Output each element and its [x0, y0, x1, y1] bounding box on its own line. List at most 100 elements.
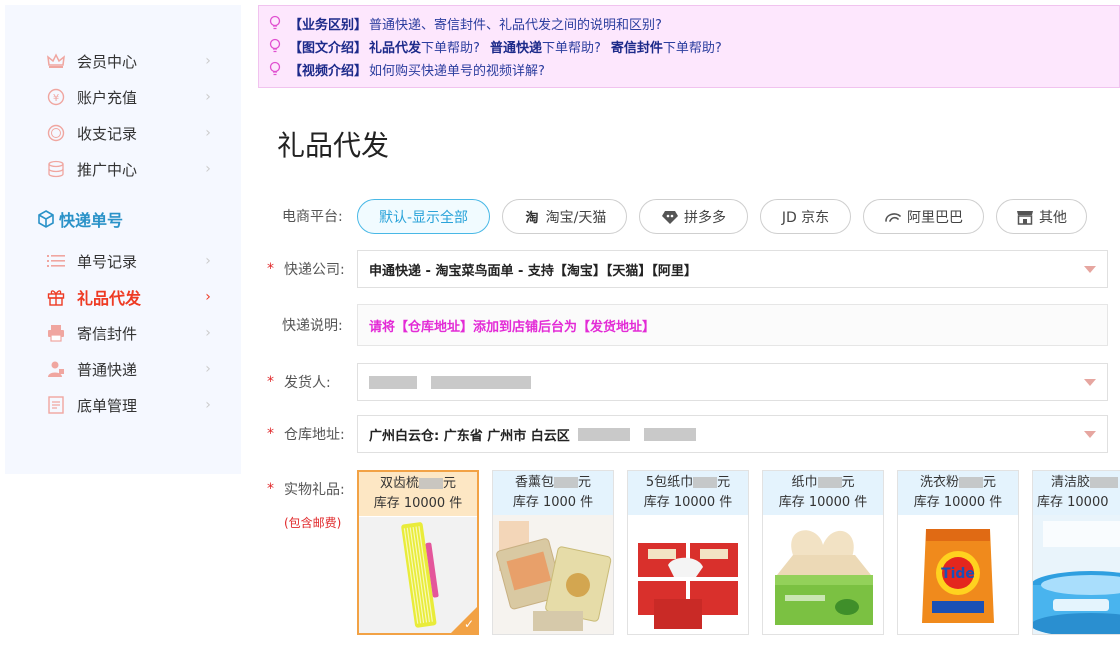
sidebar-item-label: 礼品代发 [77, 289, 142, 308]
sidebar-item-tracking-records[interactable]: 单号记录 › [5, 243, 241, 279]
platform-other-button[interactable]: 其他 [996, 199, 1087, 234]
sender-label: * 发货人: [267, 363, 331, 401]
platform-alibaba-button[interactable]: 阿里巴巴 [863, 199, 984, 234]
required-mark: * [267, 261, 274, 277]
sidebar-item-label: 推广中心 [77, 160, 138, 179]
courier-description: 请将【仓库地址】添加到店铺后台为【发货地址】 [357, 304, 1108, 346]
sidebar-item-transactions[interactable]: 收支记录 › [5, 115, 241, 151]
gift-card-header: 双齿梳 元 库存 10000 件 [359, 472, 477, 516]
warehouse-select[interactable]: 广州白云仓: 广东省 广州市 白云区 [357, 415, 1108, 453]
detergent-image: Tide [898, 515, 1018, 634]
warehouse-value: 广州白云仓: 广东省 广州市 白云区 [369, 428, 570, 444]
gift-card-detergent[interactable]: 洗衣粉 元 库存 10000 件 Tide [897, 470, 1019, 635]
sidebar-item-receipt-management[interactable]: 底单管理 › [5, 387, 241, 423]
chevron-right-icon: › [205, 361, 211, 377]
sachet-image [493, 515, 613, 634]
sidebar-item-member-center[interactable]: 会员中心 › [5, 43, 241, 79]
gift-card-header: 香薰包 元 库存 1000 件 [493, 471, 613, 515]
gift-label: * 实物礼品: [267, 470, 345, 508]
gift-icon [47, 288, 65, 306]
redacted-text [369, 375, 417, 389]
redacted-price [1090, 477, 1119, 488]
page-title: 礼品代发 [277, 129, 390, 162]
sidebar-item-letter-mail[interactable]: 寄信封件 › [5, 315, 241, 351]
sidebar-item-recharge[interactable]: ¥ 账户充值 › [5, 79, 241, 115]
courier-label: * 快递公司: [267, 250, 345, 288]
chevron-right-icon: › [205, 253, 211, 269]
alibaba-icon [884, 209, 902, 225]
sidebar-item-promotion[interactable]: 推广中心 › [5, 151, 241, 187]
required-mark: * [267, 481, 274, 497]
platform-jd-button[interactable]: JD 京东 [760, 199, 851, 234]
gift-stock: 库存 10000 [1037, 495, 1109, 510]
sidebar-item-label: 账户充值 [77, 88, 138, 107]
sidebar-item-label: 会员中心 [77, 52, 138, 71]
sidebar: 会员中心 › ¥ 账户充值 › 收支记录 › 推广中心 › 快递单号 单号记录 … [5, 5, 241, 474]
gift-card-tissue-packs[interactable]: 5包纸巾 元 库存 10000 件 [627, 470, 749, 635]
notice-tag: 【视频介绍】 [289, 63, 368, 79]
printer-icon [47, 324, 65, 342]
svg-text:Tide: Tide [941, 566, 975, 582]
gift-card-comb[interactable]: 双齿梳 元 库存 10000 件 ✓ [357, 470, 479, 635]
express-guide-link[interactable]: 普通快递 [490, 37, 542, 56]
sidebar-item-gift-shipping[interactable]: 礼品代发 › [5, 279, 241, 315]
notice-text: 普通快递、寄信封件、礼品代发之间的说明和区别? [369, 17, 662, 33]
caret-down-icon [1084, 266, 1096, 273]
tissue-packs-image [628, 515, 748, 634]
notice-line-video[interactable]: 【视频介绍】 如何购买快递单号的视频详解? [267, 59, 545, 79]
notice-text: 下单帮助? [662, 40, 722, 56]
platform-pinduoduo-button[interactable]: 拼多多 [639, 199, 748, 234]
store-icon [1016, 209, 1034, 225]
platform-all-button[interactable]: 默认-显示全部 [357, 199, 490, 234]
section-title-text: 快递单号 [59, 211, 124, 230]
notice-line-business[interactable]: 【业务区别】 普通快递、寄信封件、礼品代发之间的说明和区别? [267, 13, 662, 33]
tissue-box-image [763, 515, 883, 634]
redacted-text [431, 375, 531, 389]
lightbulb-icon [269, 38, 281, 53]
recharge-icon: ¥ [47, 88, 65, 106]
redacted-price [959, 477, 983, 488]
sidebar-item-regular-express[interactable]: 普通快递 › [5, 351, 241, 387]
gift-price-unit: 元 [443, 476, 457, 491]
lightbulb-icon [269, 61, 281, 76]
platform-label-text: 默认-显示全部 [378, 209, 469, 226]
courier-value: 申通快递 - 淘宝菜鸟面单 - 支持【淘宝】【天猫】【阿里】 [369, 263, 697, 279]
gift-card-header: 5包纸巾 元 库存 10000 件 [628, 471, 748, 515]
gift-card-sachet[interactable]: 香薰包 元 库存 1000 件 [492, 470, 614, 635]
crown-icon [47, 52, 65, 70]
document-icon [47, 396, 65, 414]
gift-guide-link[interactable]: 礼品代发 [369, 37, 421, 56]
warehouse-label-text: 仓库地址: [284, 427, 345, 443]
gift-stock: 库存 10000 件 [913, 495, 1003, 510]
platform-taobao-button[interactable]: 淘 淘宝/天猫 [502, 199, 627, 234]
gift-stock: 库存 10000 件 [643, 495, 733, 510]
redacted-text [643, 427, 696, 441]
caret-down-icon [1084, 431, 1096, 438]
gift-card-header: 清洁胶 库存 10000 [1033, 471, 1120, 515]
chevron-right-icon: › [205, 89, 211, 105]
sidebar-item-label: 寄信封件 [77, 324, 138, 343]
platform-label-text: 其他 [1039, 209, 1067, 226]
gift-card-tissue-box[interactable]: 纸巾 元 库存 10000 件 [762, 470, 884, 635]
gift-price-unit: 元 [717, 475, 731, 490]
person-icon [47, 360, 65, 378]
sidebar-item-label: 收支记录 [77, 124, 138, 143]
gift-price-unit: 元 [841, 475, 855, 490]
courier-description-text: 请将【仓库地址】添加到店铺后台为【发货地址】 [369, 319, 656, 335]
chevron-right-icon: › [205, 325, 211, 341]
required-mark: * [267, 426, 274, 442]
taobao-icon: 淘 [523, 209, 541, 225]
courier-select[interactable]: 申通快递 - 淘宝菜鸟面单 - 支持【淘宝】【天猫】【阿里】 [357, 250, 1108, 288]
letter-guide-link[interactable]: 寄信封件 [611, 37, 663, 56]
pinduoduo-icon [661, 209, 679, 225]
list-icon [47, 252, 65, 270]
gift-name: 香薰包 [514, 475, 554, 490]
chevron-right-icon: › [205, 53, 211, 69]
sender-select[interactable] [357, 363, 1108, 401]
gift-price-unit: 元 [983, 475, 997, 490]
postage-included-note: (包含邮费) [284, 516, 342, 530]
chevron-right-icon: › [205, 125, 211, 141]
gift-name: 清洁胶 [1051, 475, 1091, 490]
sidebar-section-title: 快递单号 [37, 206, 123, 232]
gift-card-cleaning-gel[interactable]: 清洁胶 库存 10000 [1032, 470, 1120, 635]
